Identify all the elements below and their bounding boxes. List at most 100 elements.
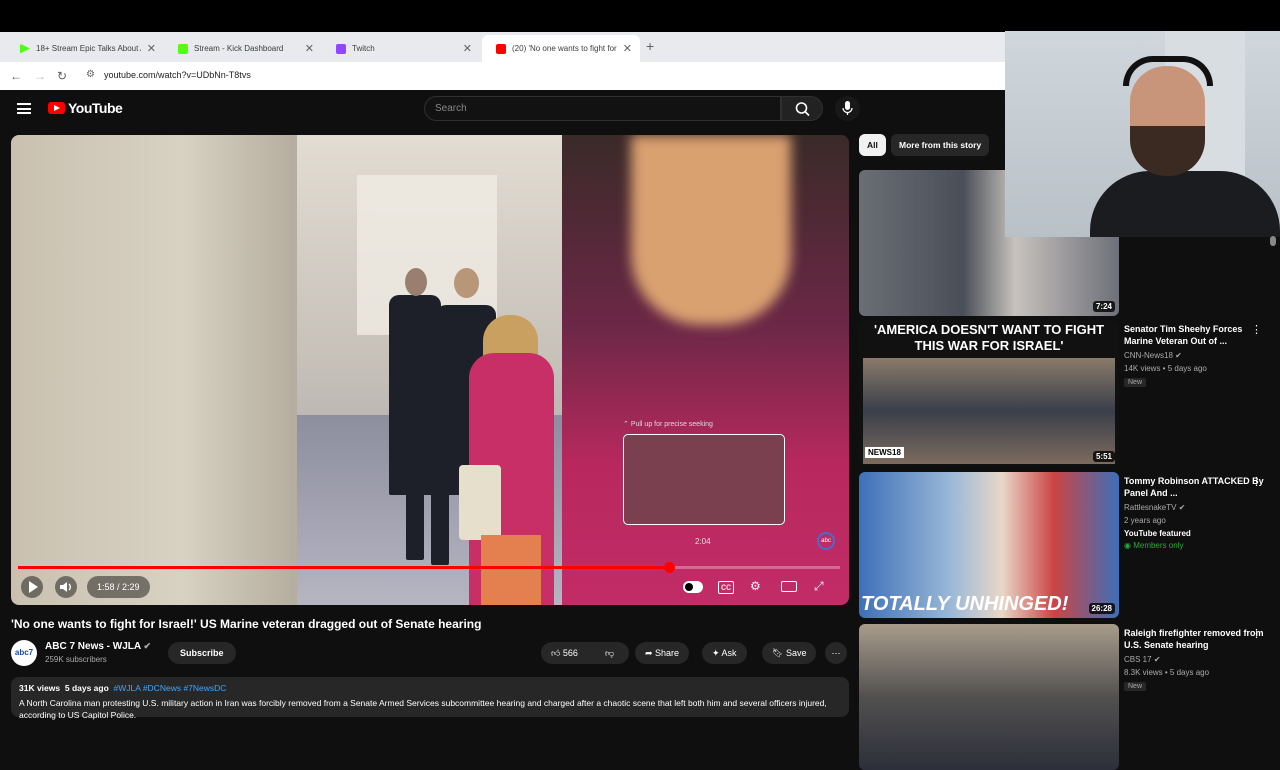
- verified-icon: ✔: [1178, 503, 1186, 512]
- chevron-up-icon: ⌃: [623, 421, 631, 428]
- recommendation-channel[interactable]: CNN-News18 ✔: [1124, 351, 1182, 360]
- video-thumbnail[interactable]: [859, 624, 1119, 770]
- theater-mode-icon[interactable]: [781, 581, 797, 592]
- search-input[interactable]: Search: [424, 96, 781, 121]
- page-scrollbar[interactable]: [1270, 236, 1276, 246]
- voice-search-button[interactable]: [835, 96, 860, 121]
- new-tab-icon[interactable]: +: [646, 38, 654, 54]
- recommendation-card[interactable]: Raleigh firefighter removed from U.S. Se…: [859, 624, 1280, 770]
- tab-twitch[interactable]: Twitch ✕: [322, 35, 480, 62]
- officer-head: [405, 268, 427, 296]
- captions-icon[interactable]: cc: [718, 581, 734, 594]
- mute-button[interactable]: [55, 576, 77, 598]
- seek-hint-text: Pull up for precise seeking: [630, 421, 713, 428]
- recommendation-meta: 2 years ago: [1124, 516, 1166, 525]
- time-display: 1:58 / 2:29: [87, 576, 150, 598]
- dislike-button[interactable]: 👎︎: [605, 642, 614, 664]
- url-text[interactable]: youtube.com/watch?v=UDbNn-T8tvs: [104, 70, 251, 80]
- video-thumbnail[interactable]: TOTALLY UNHINGED! 26:28: [859, 472, 1119, 618]
- video-thumbnail[interactable]: 'AMERICA DOESN'T WANT TO FIGHT THIS WAR …: [859, 320, 1119, 466]
- thumbnail-caption: TOTALLY UNHINGED!: [861, 593, 1069, 615]
- reload-icon[interactable]: ↻: [57, 69, 67, 83]
- close-tab-icon[interactable]: ✕: [305, 42, 314, 55]
- upload-age: 5 days ago: [64, 683, 109, 693]
- close-tab-icon[interactable]: ✕: [147, 42, 156, 55]
- video-player[interactable]: ⌃ Pull up for precise seeking 2:04 abc 1…: [11, 135, 849, 605]
- top-black-bar: [0, 0, 1280, 32]
- search-icon: [795, 102, 810, 117]
- tab-kick-stream-1[interactable]: 18+ Stream Epic Talks About A ✕: [6, 35, 164, 62]
- more-actions-button[interactable]: ⋯: [825, 642, 847, 664]
- recommendation-title[interactable]: Tommy Robinson ATTACKED By Panel And ...: [1124, 475, 1264, 499]
- microphone-icon: [842, 101, 853, 115]
- search-button[interactable]: [781, 96, 823, 121]
- recommendation-card[interactable]: TOTALLY UNHINGED! 26:28 Tommy Robinson A…: [859, 472, 1280, 618]
- verified-icon: ✔: [1153, 655, 1161, 664]
- tab-title: 18+ Stream Epic Talks About A: [36, 44, 141, 53]
- scrubber-handle[interactable]: [664, 562, 676, 573]
- more-vertical-icon[interactable]: ⋮: [1251, 627, 1262, 640]
- chip-more-from-story[interactable]: More from this story: [891, 134, 990, 156]
- youtube-favicon-icon: [496, 43, 506, 54]
- youtube-logo[interactable]: YouTube: [48, 100, 123, 116]
- video-title: 'No one wants to fight for Israel!' US M…: [11, 617, 482, 631]
- tab-title: (20) 'No one wants to fight for: [512, 44, 617, 53]
- save-button[interactable]: 🔖︎ Save: [762, 642, 817, 664]
- fullscreen-icon[interactable]: ⤢: [814, 579, 824, 594]
- channel-avatar[interactable]: abc7: [11, 640, 37, 666]
- recommendation-channel[interactable]: CBS 17 ✔: [1124, 655, 1161, 664]
- recommendation-title[interactable]: Raleigh firefighter removed from U.S. Se…: [1124, 627, 1264, 651]
- channel-name[interactable]: ABC 7 News - WJLA ✔: [45, 641, 151, 652]
- autoplay-toggle[interactable]: [683, 581, 703, 593]
- sparkle-icon: ✦: [712, 648, 722, 658]
- recommendation-meta: 14K views • 5 days ago: [1124, 364, 1207, 373]
- like-button[interactable]: 👍︎ 566: [551, 642, 578, 664]
- video-duration: 7:24: [1092, 301, 1115, 312]
- thumbs-down-icon: 👎︎: [605, 648, 615, 658]
- more-vertical-icon[interactable]: ⋮: [1251, 323, 1262, 336]
- share-button[interactable]: ➦ Share: [635, 642, 690, 664]
- headset-icon: [1123, 56, 1213, 86]
- logo-text: YouTube: [68, 100, 123, 116]
- description-box[interactable]: 31K views 5 days ago #WJLA #DCNews #7New…: [11, 677, 849, 720]
- abc-watermark-logo: abc: [817, 532, 835, 550]
- foreground-blur: [631, 135, 791, 325]
- recommendation-card[interactable]: 'AMERICA DOESN'T WANT TO FIGHT THIS WAR …: [859, 320, 1280, 466]
- hashtags[interactable]: #WJLA #DCNews #7NewsDC: [114, 683, 227, 693]
- menu-icon[interactable]: [17, 103, 31, 114]
- thumbnail-caption: 'AMERICA DOESN'T WANT TO FIGHT THIS WAR …: [873, 322, 1105, 353]
- recommendation-channel[interactable]: RattlesnakeTV ✔: [1124, 503, 1185, 512]
- channel-text: CNN-News18: [1124, 351, 1173, 360]
- more-horizontal-icon: ⋯: [831, 648, 841, 658]
- subscribe-button[interactable]: Subscribe: [168, 642, 236, 664]
- site-info-icon[interactable]: ⚙: [86, 69, 95, 80]
- close-tab-icon[interactable]: ✕: [463, 42, 472, 55]
- video-duration: 26:28: [1088, 603, 1115, 614]
- video-frame-left: [11, 135, 297, 605]
- ask-label: Ask: [721, 648, 737, 658]
- address-bar: ← → ↻ ⚙ youtube.com/watch?v=UDbNn-T8tvs: [0, 62, 1005, 90]
- progress-played: [18, 566, 670, 569]
- seek-hint: ⌃ Pull up for precise seeking: [623, 420, 713, 428]
- chip-all[interactable]: All: [859, 134, 886, 156]
- progress-bar[interactable]: [18, 562, 840, 573]
- news18-logo: NEWS18: [865, 447, 904, 458]
- ask-button[interactable]: ✦ Ask: [702, 642, 747, 664]
- share-arrow-icon: ➦: [645, 648, 656, 658]
- play-button[interactable]: [21, 576, 43, 598]
- recommendation-title[interactable]: Senator Tim Sheehy Forces Marine Veteran…: [1124, 323, 1264, 347]
- thumbs-up-icon: 👍︎: [551, 648, 561, 658]
- more-vertical-icon[interactable]: ⋮: [1251, 475, 1262, 488]
- new-badge: New: [1124, 378, 1147, 387]
- channel-name-text: ABC 7 News - WJLA: [45, 641, 141, 652]
- forward-arrow-icon[interactable]: →: [34, 69, 46, 83]
- tab-youtube-active[interactable]: (20) 'No one wants to fight for ✕: [482, 35, 640, 62]
- back-arrow-icon[interactable]: ←: [10, 69, 22, 83]
- members-label: Members only: [1133, 541, 1184, 550]
- video-duration: 5:51: [1092, 451, 1115, 462]
- officer-head: [454, 268, 479, 298]
- tab-kick-dashboard[interactable]: Stream - Kick Dashboard ✕: [164, 35, 322, 62]
- view-count: 31K views: [19, 683, 61, 693]
- settings-gear-icon[interactable]: ⚙: [750, 579, 761, 593]
- close-tab-icon[interactable]: ✕: [623, 42, 632, 55]
